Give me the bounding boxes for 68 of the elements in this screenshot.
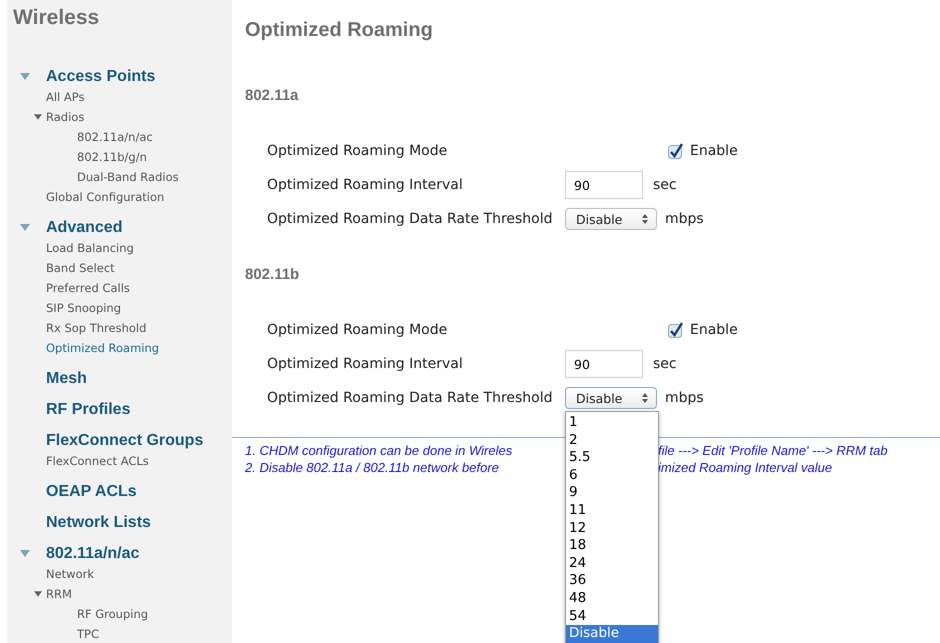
dropdown-option[interactable]: Disable xyxy=(566,625,658,643)
nav-heading[interactable]: OEAP ACLs xyxy=(46,482,137,500)
nav-link[interactable]: Band Select xyxy=(7,258,232,278)
checkbox-label: Enable xyxy=(690,143,738,159)
note-text: 2. Disable 802.11a / 802.11b network before xyxy=(245,459,500,476)
nav-link[interactable]: Rx Sop Threshold xyxy=(7,318,232,338)
interval-field[interactable]: 90 xyxy=(565,171,643,199)
nav-link[interactable]: Radios xyxy=(7,107,232,127)
nav-link[interactable]: Dual-Band Radios xyxy=(7,167,232,187)
dropdown-option[interactable]: 5.5 xyxy=(566,449,658,467)
dropdown-option[interactable]: 36 xyxy=(566,572,658,590)
unit-label: sec xyxy=(653,356,677,372)
field-label: Optimized Roaming Data Rate Threshold xyxy=(267,390,554,406)
nav-link[interactable]: Load Balancing xyxy=(7,238,232,258)
nav-heading[interactable]: Mesh xyxy=(46,370,87,388)
nav-link[interactable]: 802.11a/n/ac xyxy=(7,127,232,147)
unit-label: sec xyxy=(653,177,677,193)
interval-field[interactable]: 90 xyxy=(565,350,643,378)
dropdown-option[interactable]: 1 xyxy=(566,414,658,432)
page-title: Optimized Roaming xyxy=(245,19,434,42)
nav-link[interactable]: RF Grouping xyxy=(7,604,232,624)
note-text: 1. CHDM configuration can be done in Wireles xyxy=(245,442,514,459)
checkbox[interactable] xyxy=(668,322,684,338)
expand-arrow-icon[interactable] xyxy=(34,591,42,597)
nav-link[interactable]: Global Configuration xyxy=(7,187,232,207)
nav-link[interactable]: 802.11b/g/n xyxy=(7,147,232,167)
dropdown-option[interactable]: 12 xyxy=(566,520,658,538)
nav-link[interactable]: SIP Snooping xyxy=(7,298,232,318)
nav-heading[interactable]: Access Points xyxy=(46,68,156,86)
nav-heading[interactable]: RF Profiles xyxy=(46,400,130,418)
dropdown-option[interactable]: 48 xyxy=(566,590,658,608)
stepper-icon xyxy=(642,214,648,224)
checkbox[interactable] xyxy=(668,143,684,159)
threshold-dropdown[interactable]: Disable xyxy=(565,387,657,409)
field-label: Optimized Roaming Interval xyxy=(267,177,464,193)
unit-label: mbps xyxy=(665,390,704,406)
threshold-dropdown[interactable]: Disable xyxy=(565,208,657,230)
field-label: Optimized Roaming Interval xyxy=(267,356,464,372)
dropdown-option[interactable]: 2 xyxy=(566,432,658,450)
section-title: 802.11a xyxy=(245,87,300,104)
nav-heading[interactable]: FlexConnect Groups xyxy=(46,432,204,450)
stepper-icon xyxy=(642,393,648,403)
field-label: Optimized Roaming Mode xyxy=(267,143,448,159)
checkbox-label: Enable xyxy=(690,322,738,338)
expand-arrow-icon[interactable] xyxy=(34,114,42,120)
field-label: Optimized Roaming Mode xyxy=(267,322,448,338)
note-text: file ---> Edit 'Profile Name' ---> RRM tab xyxy=(658,442,888,459)
dropdown-option[interactable]: 9 xyxy=(566,484,658,502)
nav-link[interactable]: RRM xyxy=(7,584,232,604)
dropdown-option[interactable]: 6 xyxy=(566,466,658,484)
nav-link[interactable]: All APs xyxy=(7,87,232,107)
note-text: imized Roaming Interval value xyxy=(658,459,832,476)
nav-link[interactable]: FlexConnect ACLs xyxy=(7,451,232,471)
nav-heading[interactable]: 802.11a/n/ac xyxy=(46,544,140,562)
nav-link[interactable]: Network xyxy=(7,564,232,584)
section-title: 802.11b xyxy=(245,266,300,283)
nav-link[interactable]: Optimized Roaming xyxy=(7,338,232,358)
nav-link[interactable]: TPC xyxy=(7,624,232,643)
nav-heading[interactable]: Advanced xyxy=(46,218,122,236)
dropdown-option[interactable]: 18 xyxy=(566,537,658,555)
field-label: Optimized Roaming Data Rate Threshold xyxy=(267,211,554,227)
dropdown-option[interactable]: 54 xyxy=(566,608,658,626)
dropdown-option[interactable]: 24 xyxy=(566,554,658,572)
nav-heading[interactable]: Network Lists xyxy=(46,514,151,532)
unit-label: mbps xyxy=(665,211,704,227)
nav-link[interactable]: Preferred Calls xyxy=(7,278,232,298)
sidebar-title: Wireless xyxy=(13,6,100,30)
dropdown-option[interactable]: 11 xyxy=(566,502,658,520)
